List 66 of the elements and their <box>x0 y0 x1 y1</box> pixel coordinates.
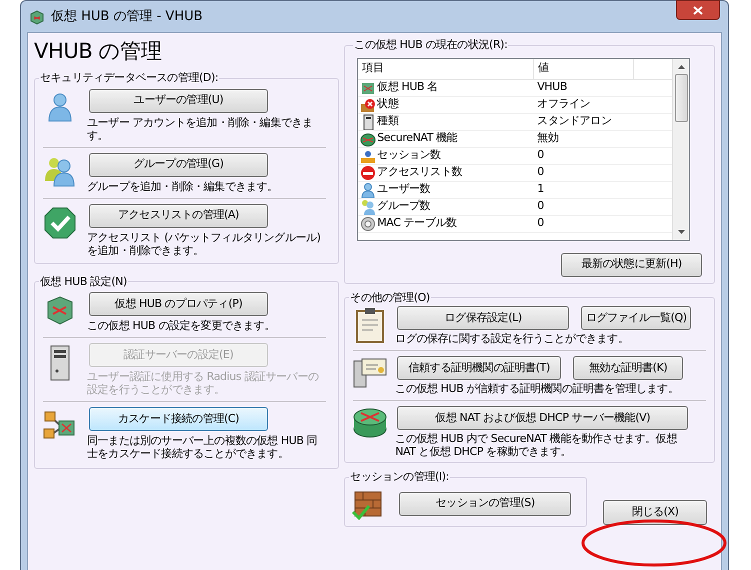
manage-button[interactable]: 仮想 NAT および仮想 DHCP サーバー機能(V) <box>397 406 688 430</box>
description-text: ログの保存に関する設定を行うことができます。 <box>395 332 630 345</box>
router-icon <box>360 130 376 146</box>
scrollbar[interactable] <box>672 58 690 240</box>
hub-icon <box>29 8 45 24</box>
table-cell-text: 0 <box>536 164 545 180</box>
group-label: 仮想 HUB 設定(N) <box>39 274 128 290</box>
users-icon <box>360 198 376 214</box>
down-arrow-icon <box>678 230 685 234</box>
manage-button[interactable]: ログファイル一覧(Q) <box>581 306 692 330</box>
description-text: グループを追加・削除・編集できます。 <box>87 180 279 192</box>
table-cell-text: 無効 <box>536 130 560 146</box>
manage-button[interactable]: グループの管理(G) <box>89 152 268 176</box>
router-icon <box>352 407 388 439</box>
clipboard-icon <box>355 307 386 343</box>
description-text: この仮想 HUB の設定を変更できます。 <box>87 319 276 332</box>
manage-button[interactable]: アクセスリストの管理(A) <box>89 204 268 228</box>
table-cell-text: スタンドアロン <box>536 113 612 130</box>
group-label: この仮想 HUB の現在の状況(R): <box>353 37 508 53</box>
table-cell-text: SecureNAT 機能 <box>377 130 458 146</box>
dialog-heading: VHUB の管理 <box>34 38 162 64</box>
table-cell-text: MAC テーブル数 <box>377 215 457 232</box>
table-cell-text: セッション数 <box>377 147 441 164</box>
description-text: アクセスリスト (パケットフィルタリングルール) を追加・削除できます。 <box>87 230 322 256</box>
table-cell-text: 仮想 HUB 名 <box>377 79 438 96</box>
description-text: ユーザー アカウントを追加・削除・編集できます。 <box>87 116 314 142</box>
table-cell-text: ユーザー数 <box>377 181 430 198</box>
close-window-button[interactable] <box>676 0 720 20</box>
error-icon <box>360 96 376 112</box>
table-cell-text: 状態 <box>377 96 398 112</box>
table-cell-text: オフライン <box>536 96 592 112</box>
manage-button[interactable]: 無効な証明書(K) <box>573 356 684 380</box>
close-icon <box>693 6 703 14</box>
description-text: 同一または別のサーバー上の複数の仮想 HUB 同士をカスケード接続することができます。 <box>87 434 318 460</box>
table-cell-text: 1 <box>536 181 545 198</box>
table-cell-text: VHUB <box>536 79 568 96</box>
manage-button[interactable]: ユーザーの管理(U) <box>89 88 268 112</box>
group-label: セッションの管理(I): <box>349 469 450 485</box>
description-text: この仮想 HUB が信頼する証明機関の証明書を管理します。 <box>395 382 680 395</box>
manage-button[interactable]: カスケード接続の管理(C) <box>89 407 268 431</box>
session-button[interactable]: セッションの管理(S) <box>399 492 572 516</box>
group-label: セキュリティデータベースの管理(D): <box>39 70 220 86</box>
table-cell-text: アクセスリスト数 <box>377 164 462 180</box>
table-cell-text: 0 <box>536 215 545 232</box>
table-cell-text: 0 <box>536 198 545 214</box>
table-cell-text: グループ数 <box>377 198 430 214</box>
scrollbar-thumb[interactable] <box>674 74 688 122</box>
table-cell-text: 0 <box>536 147 545 164</box>
column-header[interactable]: 項目 <box>358 58 534 78</box>
description-text: ユーザー認証に使用する Radius 認証サーバーの設定を行うことができます。 <box>87 370 320 396</box>
column-header[interactable]: 値 <box>533 58 634 78</box>
blocked-icon <box>360 164 376 180</box>
group-label: その他の管理(O) <box>349 290 431 306</box>
close-button[interactable]: 閉じる(X) <box>603 500 708 524</box>
user-icon <box>360 182 376 198</box>
server-tower-icon <box>48 345 72 381</box>
manage-button[interactable]: ログ保存設定(L) <box>397 306 570 330</box>
refresh-button[interactable]: 最新の状態に更新(H) <box>561 252 702 276</box>
up-arrow-icon <box>678 64 685 68</box>
table-cell-text: 種類 <box>377 113 398 130</box>
manage-button[interactable]: 信頼する証明機関の証明書(T) <box>397 356 562 380</box>
description-text: この仮想 HUB 内で SecureNAT 機能を動作させます。仮想 NAT と仮想 DHCP を稼動できます。 <box>395 432 678 458</box>
manage-button[interactable]: 仮想 HUB のプロパティ(P) <box>89 292 268 316</box>
check-shield-icon <box>43 206 77 240</box>
window-title: 仮想 HUB の管理 - VHUB <box>51 8 203 26</box>
certificate-server-icon <box>352 357 388 389</box>
